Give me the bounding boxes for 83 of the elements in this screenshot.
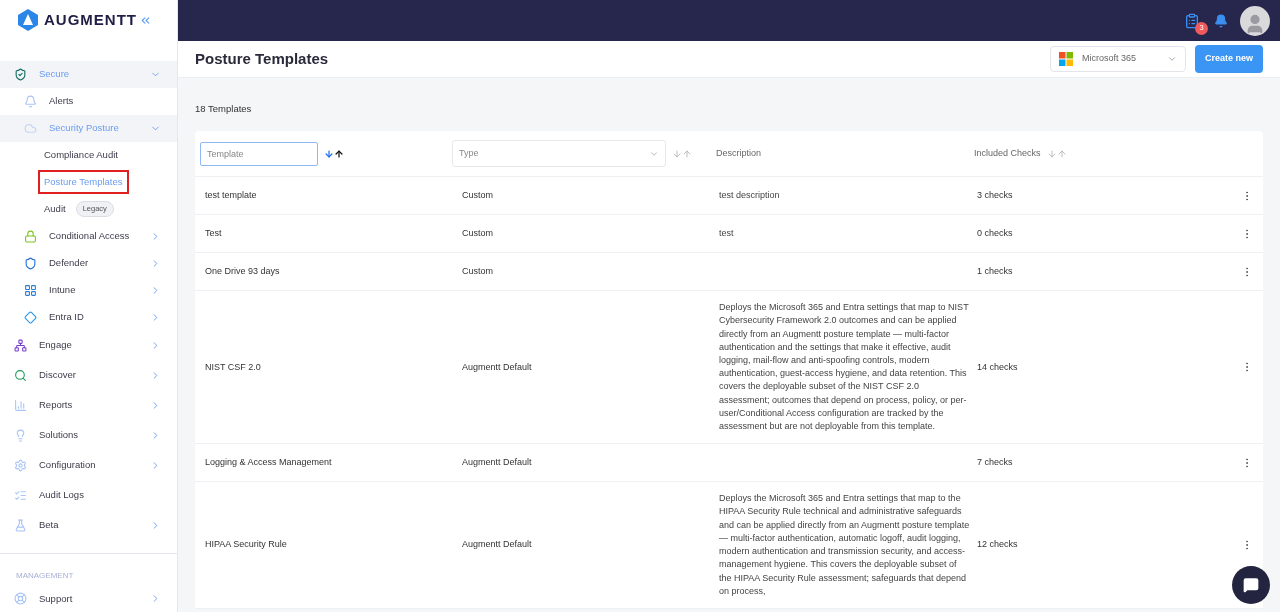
nav-item[interactable]: Alerts (49, 94, 74, 109)
sort-arrows-icon[interactable] (324, 148, 344, 159)
nav-item[interactable]: Solutions (39, 428, 79, 443)
table-cell: HIPAA Security Rule (205, 539, 287, 550)
lightbulb-icon (14, 429, 27, 443)
column-header: Description (716, 147, 762, 160)
nav-row[interactable]: Reports (0, 392, 177, 420)
table-cell-text: test description (719, 189, 781, 203)
table-cell: Augmentt Default (462, 539, 532, 550)
lifebuoy-icon (14, 592, 27, 606)
shield-icon (14, 67, 27, 81)
table-cell: 3 checks (977, 190, 1013, 200)
nav-item[interactable]: Configuration (39, 458, 96, 473)
nav-item[interactable]: Reports (39, 398, 73, 413)
search-icon (14, 369, 27, 383)
table-cell: 1 checks (977, 266, 1013, 276)
template-filter-field[interactable]: Template (200, 141, 318, 166)
nav-row[interactable]: Discover (0, 362, 177, 390)
page-title: Posture Templates (195, 48, 329, 69)
settings-icon (14, 459, 27, 473)
type-filter-select[interactable]: Type (452, 140, 666, 168)
table-cell: Test (205, 228, 222, 238)
nav-item[interactable]: Beta (39, 518, 59, 533)
nav-item[interactable]: Audit Logs (39, 488, 84, 503)
windows-logo-icon (1058, 52, 1073, 66)
cloud-icon (24, 121, 37, 135)
nav-item[interactable]: Conditional Access (49, 229, 130, 244)
table-cell: 0 checks (977, 228, 1013, 238)
shield-icon (24, 256, 37, 270)
logo-icon (16, 8, 40, 33)
table-cell: One Drive 93 days (205, 266, 280, 276)
nav-row[interactable]: Audit Logs (0, 482, 177, 510)
table-cell: Custom (462, 228, 493, 238)
nav-item[interactable]: Entra ID (49, 310, 84, 325)
table-cell-text: Deploys the Microsoft 365 and Entra settings that map to NIST Cybersecurity Framework 2.0 outcomes and can be applied directly from an Augmentt posture template — multi-factor authentication and the settings that make it effective, audit logging, mail-flow and anti-spoofing controls, modern authentication, guest-access hygiene, and data retention. This covers the deployable subset of the NIST CSF 2.0 assessment; outcomes that depend on process, policy, or per-user/Conditional Access configuration are tracked by the assessment but are not deployable from this template. (719, 301, 970, 434)
table-cell: 12 checks (977, 539, 1018, 550)
table-cell: Augmentt Default (462, 361, 532, 372)
nav-item[interactable]: Defender (49, 256, 89, 271)
section-heading: MANAGEMENT (15, 569, 75, 582)
table-cell: 14 checks (977, 361, 1018, 372)
nav-row[interactable]: Defender (0, 249, 177, 277)
chat-icon (1243, 577, 1259, 593)
table-cell-text: test (719, 227, 735, 241)
nav-item[interactable]: Support (39, 591, 73, 606)
table-cell: Custom (462, 266, 493, 276)
clipboard-icon[interactable] (1184, 12, 1200, 29)
nav-row[interactable]: Beta (0, 512, 177, 540)
nav-row[interactable]: Engage (0, 332, 177, 360)
template-count: 18 Templates (195, 102, 253, 116)
nav-row[interactable]: Conditional Access (0, 222, 177, 250)
chevron-down-icon (1166, 54, 1177, 64)
nav-item[interactable]: Audit (44, 202, 66, 217)
platform-select[interactable]: Microsoft 365 (1049, 46, 1186, 72)
nav-item[interactable]: Engage (39, 338, 72, 353)
table-cell: Augmentt Default (462, 457, 532, 468)
nav-row[interactable]: Configuration (0, 452, 177, 480)
flask-icon (14, 519, 27, 533)
table-cell: NIST CSF 2.0 (205, 361, 261, 372)
table-cell: test template (205, 190, 257, 200)
nav-row[interactable]: Compliance Audit (0, 141, 177, 169)
table-cell: Logging & Access Management (205, 457, 332, 468)
nav-row[interactable]: Entra ID (0, 303, 177, 331)
lock-icon (24, 229, 37, 243)
chart-icon (14, 399, 27, 413)
column-header: Included Checks (974, 147, 1041, 160)
nav-item[interactable]: Intune (49, 283, 76, 298)
nav-row[interactable]: Solutions (0, 422, 177, 450)
nav-item[interactable]: Compliance Audit (44, 148, 118, 163)
table-cell: 7 checks (977, 457, 1013, 468)
bell-icon[interactable] (1214, 13, 1228, 28)
bell-icon (24, 94, 37, 108)
list-icon (14, 489, 27, 503)
nav-item[interactable]: Discover (39, 368, 76, 383)
grid-icon (24, 283, 37, 297)
avatar[interactable] (1240, 5, 1270, 36)
table-cell: Custom (462, 190, 493, 200)
nav-row[interactable]: Intune (0, 276, 177, 304)
brand-name: AUGMENTT (44, 9, 137, 30)
network-icon (14, 339, 27, 353)
diamond-icon (24, 310, 37, 324)
table-cell: Deploys the Microsoft 365 and Entra settings that map to the HIPAA Security Rule technical and administrative safeguards and can be applied directly from an Augmentt posture template — multi-factor authentication, automatic logoff, audit logging, modern authentication and transmission security, and access-management hygiene. This covers the deployable subset of the HIPAA Security Rule assessment; safeguards that depend on process, (719, 492, 971, 598)
nav-row[interactable]: Alerts (0, 87, 177, 115)
nav-row[interactable]: Support (0, 585, 177, 612)
